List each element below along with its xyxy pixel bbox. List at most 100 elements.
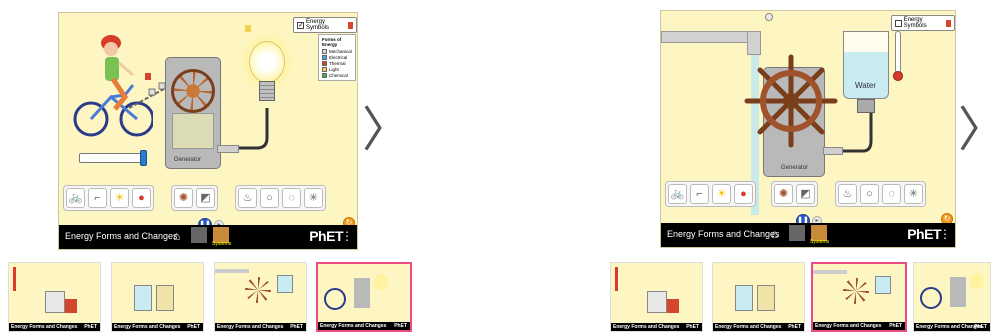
generator-shape (950, 277, 966, 307)
intro-screen-tab[interactable] (191, 227, 207, 243)
thumb-navbar: Energy Forms and Changes PhET (611, 323, 702, 331)
legend-label: Light (329, 66, 339, 72)
systems-tab-label: Systems (212, 241, 232, 247)
sim-title: Energy Forms and Changes (667, 229, 780, 239)
thumbnail-faucet-wheel-selected[interactable]: Energy Forms and Changes PhET (811, 262, 907, 332)
chemical-chip (322, 72, 327, 78)
light-bulb (249, 41, 285, 83)
bike-shape (324, 288, 346, 310)
beaker-shape (134, 285, 152, 311)
beaker-stand (857, 99, 875, 113)
thumb-phet-logo: PhET (84, 324, 97, 330)
generator-converter-button[interactable]: ✺ (174, 188, 193, 208)
solar-panel-converter-button[interactable]: ◩ (196, 188, 215, 208)
slider-thumb[interactable] (140, 150, 147, 166)
beaker-shape (875, 276, 891, 294)
fluorescent-bulb-button[interactable]: ◌ (882, 184, 901, 204)
generator-label: Generator (781, 165, 809, 171)
prev-slide-arrow[interactable]: 〈 (35, 100, 83, 160)
heater-user-button[interactable]: ♨ (838, 184, 857, 204)
beaker-shape (735, 285, 753, 311)
thermometer-bulb (893, 71, 903, 81)
solar-panel-converter-button[interactable]: ◩ (796, 184, 815, 204)
bulb-socket (259, 81, 275, 101)
thumbnail-faucet-wheel[interactable]: Energy Forms and Changes PhET (214, 262, 307, 332)
sim-screenshot-faucet: Energy Symbols Generator Water 🚲 ⌐ ☀ ● ✺… (660, 10, 956, 248)
water-label: Water (855, 81, 877, 90)
converter-tray: ✺ ◩ (171, 185, 218, 211)
teapot-source-button[interactable]: ● (734, 184, 753, 204)
prev-slide-arrow[interactable]: 〈 (636, 100, 684, 160)
bulb-shape (374, 274, 388, 290)
sun-source-button[interactable]: ☀ (712, 184, 731, 204)
faucet-valve[interactable] (765, 13, 773, 21)
faucet-shape (215, 269, 249, 273)
legend-label: Electrical (329, 54, 348, 60)
brick-shape (65, 299, 77, 313)
energy-symbol-swatch (347, 21, 353, 29)
generator-converter-button[interactable]: ✺ (774, 184, 793, 204)
legend-label: Mechanical (329, 48, 352, 54)
light-energy-chunk (245, 25, 251, 32)
faucet-source-button[interactable]: ⌐ (88, 188, 107, 208)
thumbnail-bike-bulb[interactable]: Energy Forms and Changes PhET (913, 262, 991, 332)
energy-symbols-checkbox[interactable]: ✓ Energy Symbols (293, 17, 357, 33)
thumb-navbar: Energy Forms and Changes PhET (713, 323, 804, 331)
energy-symbols-label: Energy Symbols (306, 19, 330, 31)
gallery-bike-scene: 〈 〉 ✓ Energy Symbols Forms of Energy Mec… (0, 0, 470, 336)
legend-label: Thermal (329, 60, 346, 66)
phet-logo[interactable]: PhET (907, 226, 941, 242)
belt-user-button[interactable]: ✳ (304, 188, 323, 208)
thumbnail-intro-beakers[interactable]: Energy Forms and Changes PhET (712, 262, 805, 332)
legend-row: Mechanical (322, 48, 352, 54)
sun-source-button[interactable]: ☀ (110, 188, 129, 208)
sim-screenshot-bike: ✓ Energy Symbols Forms of Energy Mechani… (58, 12, 358, 250)
thumb-phet-logo: PhET (788, 324, 801, 330)
electrical-chip (322, 54, 327, 60)
thumbnail-intro-thermo[interactable]: Energy Forms and Changes PhET (610, 262, 703, 332)
generator-wheel (171, 69, 215, 113)
teapot-source-button[interactable]: ● (132, 188, 151, 208)
incandescent-bulb-button[interactable]: ○ (260, 188, 279, 208)
wire (239, 108, 269, 150)
belt-user-button[interactable]: ✳ (904, 184, 923, 204)
phet-logo[interactable]: PhET (309, 228, 343, 244)
pedal-speed-slider[interactable] (79, 150, 147, 166)
mechanical-chip (322, 48, 327, 54)
thumbnail-intro-beakers[interactable]: Energy Forms and Changes PhET (111, 262, 204, 332)
faucet-source-button[interactable]: ⌐ (690, 184, 709, 204)
systems-tab-label: Systems (810, 239, 830, 245)
thumb-navbar: Energy Forms and Changes PhET (813, 322, 905, 330)
next-slide-arrow[interactable]: 〉 (958, 100, 991, 160)
beaker-shape (757, 285, 775, 311)
source-tray: 🚲 ⌐ ☀ ● (665, 181, 756, 207)
thumb-navbar: Energy Forms and Changes PhET (9, 323, 100, 331)
intro-screen-tab[interactable] (789, 225, 805, 241)
thumbnail-intro-thermo[interactable]: Energy Forms and Changes PhET (8, 262, 101, 332)
next-slide-arrow[interactable]: 〉 (362, 100, 410, 160)
thumb-navbar: Energy Forms and Changes PhET (914, 323, 990, 331)
sim-title: Energy Forms and Changes (65, 231, 178, 241)
faucet-pipe (661, 31, 757, 43)
generator-shape (354, 278, 370, 308)
wheel-shape (245, 277, 271, 303)
energy-symbols-label: Energy Symbols (903, 17, 927, 29)
forms-of-energy-legend: Forms of Energy Mechanical Electrical Th… (318, 34, 356, 81)
bike-shape (920, 287, 942, 309)
menu-icon[interactable]: ⋮ (341, 229, 353, 243)
energy-symbol-swatch (945, 19, 951, 27)
energy-symbols-checkbox[interactable]: Energy Symbols (891, 15, 955, 31)
wire (843, 111, 873, 153)
home-icon[interactable]: ⌂ (771, 227, 785, 241)
incandescent-bulb-button[interactable]: ○ (860, 184, 879, 204)
thumbnail-bike-bulb-selected[interactable]: Energy Forms and Changes PhET (316, 262, 412, 332)
gallery-faucet-scene: 〈 〉 Energy Symbols Generator Wate (600, 0, 991, 336)
heater-user-button[interactable]: ♨ (238, 188, 257, 208)
bike-source-button[interactable]: 🚲 (668, 184, 687, 204)
bike-source-button[interactable]: 🚲 (66, 188, 85, 208)
thumb-phet-logo: PhET (187, 324, 200, 330)
home-icon[interactable]: ⌂ (173, 229, 187, 243)
fluorescent-bulb-button[interactable]: ◌ (282, 188, 301, 208)
menu-icon[interactable]: ⋮ (939, 227, 951, 241)
source-tray: 🚲 ⌐ ☀ ● (63, 185, 154, 211)
